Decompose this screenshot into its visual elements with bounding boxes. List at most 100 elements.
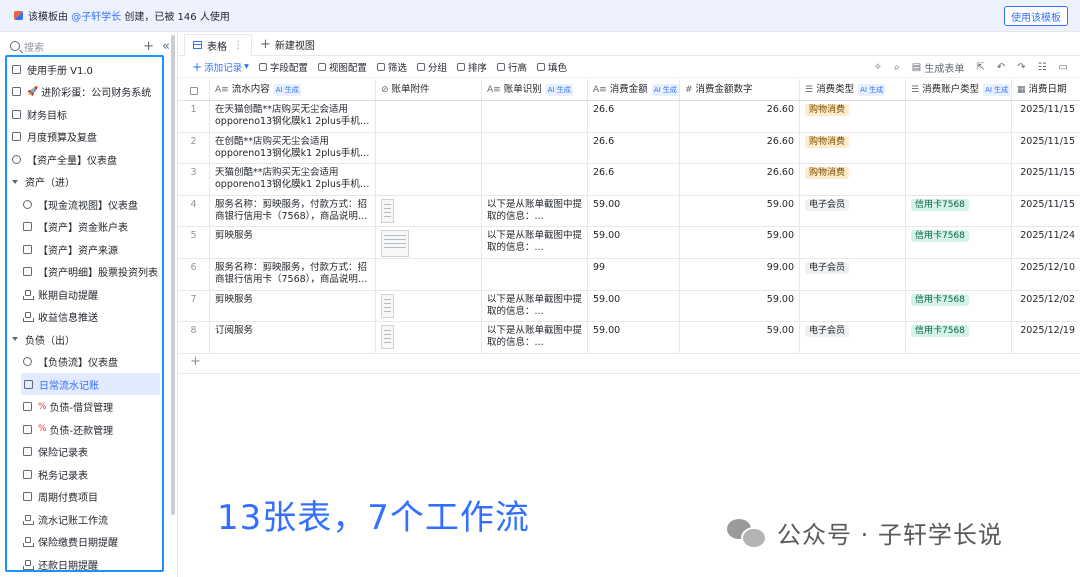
sidebar-item[interactable]: 资产（进） xyxy=(7,171,157,193)
cell-type[interactable]: 购物消费 xyxy=(800,132,906,164)
table-row[interactable]: 3天猫创酷**店购买无尘会适用opporeno13钢化膜k1 2plus手机膜k… xyxy=(178,164,1080,196)
column-header[interactable]: A≡ 消费金额 AI 生成 xyxy=(588,79,680,100)
row-number[interactable]: 8 xyxy=(178,322,210,353)
cell-amount[interactable]: 26.6 xyxy=(588,164,680,195)
cell-amount-number[interactable]: 26.60 xyxy=(680,101,800,132)
sidebar-item[interactable]: 月度预算及复盘 xyxy=(7,126,157,148)
cell-date[interactable]: 2025/12/10 xyxy=(1012,259,1080,290)
column-header[interactable]: ▦ 消费日期 xyxy=(1012,79,1080,100)
cell-account-type[interactable]: 信用卡7568 xyxy=(906,227,1012,258)
sidebar-item[interactable]: 周期付费项目 xyxy=(7,486,157,508)
cell-type[interactable]: 购物消费 xyxy=(800,101,906,132)
table-row[interactable]: 1在天猫创酷**店购买无尘会适用opporeno13钢化膜k1 2plus手机膜… xyxy=(178,101,1080,133)
sidebar-item[interactable]: 【资产全量】仪表盘 xyxy=(7,148,157,170)
sidebar-item[interactable]: 流水记账工作流 xyxy=(7,508,157,530)
collapse-icon[interactable]: « xyxy=(162,39,170,54)
table-row[interactable]: 7 剪映服务 以下是从账单截图中提取的信息：... 59.00 59.00 信用卡7568… xyxy=(178,290,1080,323)
sidebar-item[interactable]: 【资产】资金账户表 xyxy=(7,216,157,238)
use-template-button[interactable]: 使用该模板 xyxy=(1004,6,1068,26)
redo-icon[interactable]: ↷ xyxy=(1017,62,1025,73)
cell-date[interactable]: 2025/11/15 xyxy=(1012,101,1080,132)
cell-recognition[interactable] xyxy=(482,164,588,195)
cell-recognition[interactable]: 以下是从账单截图中提取的信息：... xyxy=(482,195,588,227)
table-row[interactable]: 6服务名称：剪映服务，付款方式：招商银行信用卡（7568），商品说明：订阅服..… xyxy=(178,258,1080,291)
share-icon[interactable]: ⇱ xyxy=(976,62,984,73)
cell-amount-number[interactable]: 59.00 xyxy=(680,322,800,353)
cell-amount[interactable]: 59.00 xyxy=(588,290,680,322)
cell-content[interactable]: 天猫创酷**店购买无尘会适用opporeno13钢化膜k1 2plus手机膜k1… xyxy=(210,164,376,195)
add-icon[interactable]: + xyxy=(143,39,154,54)
cell-amount-number[interactable]: 59.00 xyxy=(680,195,800,227)
attachment-thumbnail[interactable] xyxy=(381,325,394,350)
cell-date[interactable]: 2025/11/15 xyxy=(1012,164,1080,195)
cell-date[interactable]: 2025/11/24 xyxy=(1012,227,1080,258)
cell-attachment[interactable] xyxy=(376,101,482,132)
sidebar-item[interactable]: 保险记录表 xyxy=(7,441,157,463)
column-header[interactable]: ☰ 消费类型 AI 生成 xyxy=(800,79,906,100)
tab-new-view[interactable]: + 新建视图 xyxy=(252,33,323,55)
attachment-thumbnail[interactable] xyxy=(381,230,409,258)
cell-amount-number[interactable]: 26.60 xyxy=(680,132,800,164)
more-icon[interactable]: ⋮ xyxy=(233,40,243,51)
row-number[interactable]: 5 xyxy=(178,227,210,258)
cell-content[interactable]: 剪映服务 xyxy=(210,290,376,322)
cell-recognition[interactable]: 以下是从账单截图中提取的信息：... xyxy=(482,227,588,258)
cell-type[interactable]: 电子会员 xyxy=(800,195,906,227)
generate-form-button[interactable]: ▤ 生成表单 xyxy=(912,60,965,75)
row-number[interactable]: 1 xyxy=(178,101,210,132)
sidebar-item[interactable]: 【现金流视图】仪表盘 xyxy=(7,193,157,215)
sidebar-item[interactable]: 【资产明细】股票投资列表 xyxy=(7,261,158,283)
sidebar-item[interactable]: 财务目标 xyxy=(7,103,157,125)
table-row[interactable]: 2在创酷**店购买无尘会适用opporeno13钢化膜k1 2plus手机膜k1… xyxy=(178,132,1080,165)
view-config-button[interactable]: 视图配置 xyxy=(317,60,367,74)
search-input[interactable]: 搜索 xyxy=(24,39,135,54)
sidebar-scrollbar[interactable] xyxy=(171,35,175,515)
cell-account-type[interactable]: 信用卡7568 xyxy=(906,290,1012,322)
cell-amount-number[interactable]: 59.00 xyxy=(680,290,800,322)
search-icon[interactable]: ⌕ xyxy=(894,62,900,73)
cell-amount[interactable]: 59.00 xyxy=(588,195,680,227)
cell-type[interactable]: 电子会员 xyxy=(800,258,906,290)
cell-amount[interactable]: 59.00 xyxy=(588,322,680,353)
group-button[interactable]: 分组 xyxy=(416,60,447,74)
cell-attachment[interactable] xyxy=(376,322,482,353)
cell-account-type[interactable] xyxy=(906,164,1012,195)
column-header[interactable]: ⊘ 账单附件 xyxy=(376,79,482,100)
filter-button[interactable]: 筛选 xyxy=(376,60,407,74)
sparkle-icon[interactable]: ✧ xyxy=(874,62,882,73)
cell-recognition[interactable] xyxy=(482,258,588,290)
select-all-checkbox[interactable] xyxy=(178,79,210,100)
comment-icon[interactable]: ▭ xyxy=(1059,62,1068,73)
cell-content[interactable]: 订阅服务 xyxy=(210,322,376,353)
row-number[interactable]: 2 xyxy=(178,132,210,164)
sidebar-item[interactable]: 还款日期提醒 xyxy=(7,553,157,575)
cell-date[interactable]: 2025/11/15 xyxy=(1012,196,1080,227)
table-row[interactable]: 4服务名称：剪映服务，付款方式：招商银行信用卡（7568），商品说明：订阅服..… xyxy=(178,195,1080,228)
sidebar-item[interactable]: 保险缴费日期提醒 xyxy=(7,531,157,553)
cell-type[interactable] xyxy=(800,227,906,258)
column-header[interactable]: # 消费金额数字 xyxy=(680,79,800,100)
cell-amount-number[interactable]: 99.00 xyxy=(680,258,800,290)
cell-amount[interactable]: 26.6 xyxy=(588,101,680,132)
row-height-button[interactable]: 行高 xyxy=(496,60,527,74)
cell-amount-number[interactable]: 26.60 xyxy=(680,164,800,195)
cell-content[interactable]: 服务名称：剪映服务，付款方式：招商银行信用卡（7568），商品说明：订阅服... xyxy=(210,195,376,227)
cell-amount-number[interactable]: 59.00 xyxy=(680,227,800,258)
cell-account-type[interactable] xyxy=(906,132,1012,164)
cell-account-type[interactable] xyxy=(906,258,1012,290)
cell-type[interactable]: 电子会员 xyxy=(800,322,906,353)
cell-content[interactable]: 在天猫创酷**店购买无尘会适用opporeno13钢化膜k1 2plus手机膜.… xyxy=(210,101,376,132)
sidebar-item[interactable]: 使用手册 V1.0 xyxy=(7,58,157,80)
row-number[interactable]: 3 xyxy=(178,164,210,195)
sidebar-item[interactable]: 【资产】资产来源 xyxy=(7,238,157,260)
cell-date[interactable]: 2025/12/19 xyxy=(1012,322,1080,353)
sidebar-item[interactable]: 收益信息推送 xyxy=(7,306,157,328)
cell-amount[interactable]: 59.00 xyxy=(588,227,680,258)
fill-color-button[interactable]: 填色 xyxy=(536,60,567,74)
cell-attachment[interactable] xyxy=(376,164,482,195)
cell-recognition[interactable] xyxy=(482,132,588,164)
sidebar-search[interactable]: 搜索 + « xyxy=(10,37,170,55)
creator-link[interactable]: @子轩学长 xyxy=(71,12,121,23)
cell-content[interactable]: 剪映服务 xyxy=(210,227,376,258)
undo-icon[interactable]: ↶ xyxy=(997,62,1005,73)
